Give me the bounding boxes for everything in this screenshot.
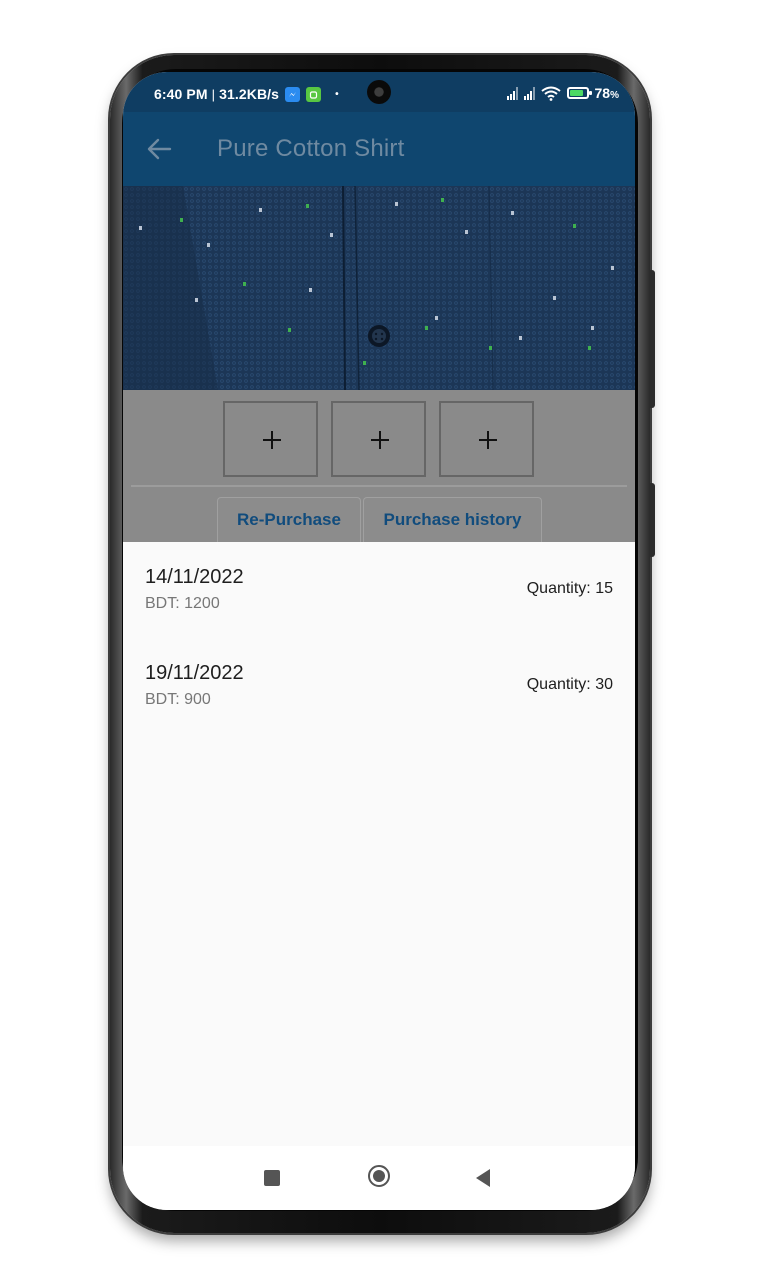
plus-icon-stem	[379, 431, 381, 449]
add-image-button[interactable]	[439, 401, 534, 477]
add-image-button[interactable]	[331, 401, 426, 477]
image-upload-panel: Re-Purchase Purchase history	[123, 390, 635, 543]
android-icon	[306, 87, 322, 102]
shirt-fabric-image	[123, 186, 635, 390]
add-image-button[interactable]	[223, 401, 318, 477]
status-bar: 6:40 PM | 31.2KB/s • 78%	[123, 72, 635, 112]
tab-re-purchase[interactable]: Re-Purchase	[217, 497, 361, 543]
purchase-price: BDT: 1200	[145, 595, 220, 612]
battery-level: 78%	[595, 85, 619, 101]
signal-icon	[506, 86, 518, 100]
screen: 6:40 PM | 31.2KB/s • 78% Pure Cotton Shi…	[123, 72, 635, 1210]
power-button	[650, 483, 655, 557]
volume-button	[650, 270, 655, 408]
home-icon[interactable]	[368, 1165, 390, 1187]
messenger-icon	[285, 87, 301, 102]
purchase-quantity: Quantity: 30	[526, 676, 613, 693]
status-separator: |	[211, 87, 216, 102]
app-bar: Pure Cotton Shirt	[123, 112, 635, 186]
wifi-icon	[540, 86, 561, 101]
purchase-date: 19/11/2022	[145, 662, 244, 684]
back-icon[interactable]	[476, 1169, 490, 1187]
status-time: 6:40 PM	[154, 86, 208, 102]
shirt-fabric-illustration	[123, 186, 635, 390]
list-item[interactable]: 14/11/2022 BDT: 1200 Quantity: 15	[123, 542, 635, 632]
purchase-quantity: Quantity: 15	[526, 580, 613, 597]
plus-icon-stem	[487, 431, 489, 449]
page-title: Pure Cotton Shirt	[217, 135, 405, 162]
plus-icon-stem	[271, 431, 273, 449]
battery-percent: 78	[594, 85, 611, 101]
network-speed: 31.2KB/s	[219, 86, 280, 102]
system-nav-bar	[123, 1146, 635, 1210]
stage: 6:40 PM | 31.2KB/s • 78% Pure Cotton Shi…	[0, 0, 759, 1280]
recent-apps-icon[interactable]	[264, 1170, 280, 1186]
battery-charging-icon	[566, 87, 592, 99]
signal-icon	[523, 86, 535, 100]
status-right: 78%	[506, 85, 619, 101]
front-camera	[367, 80, 391, 104]
purchase-date: 14/11/2022	[145, 566, 244, 588]
battery-unit: %	[610, 90, 619, 101]
purchase-price: BDT: 900	[145, 691, 211, 708]
divider	[131, 485, 627, 487]
tab-purchase-history[interactable]: Purchase history	[363, 497, 542, 543]
arrow-back-icon[interactable]	[145, 135, 173, 163]
purchase-history-list: 14/11/2022 BDT: 1200 Quantity: 15 19/11/…	[123, 542, 635, 1146]
list-item[interactable]: 19/11/2022 BDT: 900 Quantity: 30	[123, 638, 635, 728]
status-left: 6:40 PM | 31.2KB/s •	[154, 86, 339, 102]
status-dot: •	[335, 89, 339, 100]
